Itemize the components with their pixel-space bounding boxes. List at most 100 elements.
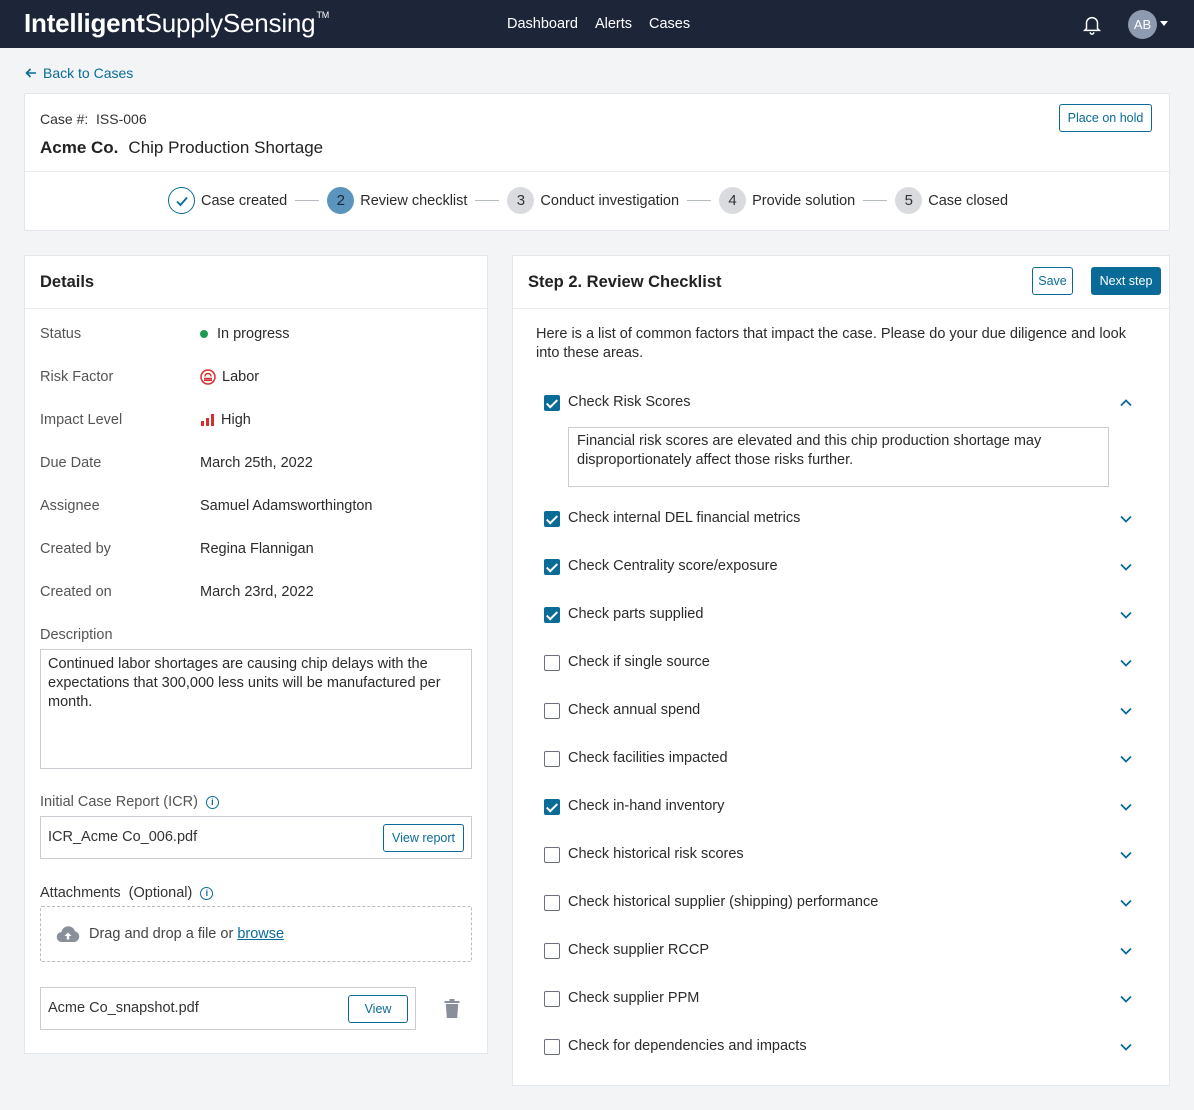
checkbox-checked[interactable] [544, 395, 560, 411]
signal-high-icon [201, 414, 214, 426]
trash-icon[interactable] [444, 999, 460, 1018]
chevron-down-icon[interactable] [1119, 752, 1133, 766]
attachment-file-name: Acme Co_snapshot.pdf [48, 1000, 199, 1016]
detail-value: Labor [200, 369, 259, 385]
step-label: Provide solution [752, 192, 856, 209]
detail-label: Created by [40, 541, 111, 557]
detail-value: High [200, 412, 251, 428]
checklist-item[interactable]: Check historical supplier (shipping) per… [544, 893, 1144, 913]
view-attachment-button[interactable]: View [348, 995, 408, 1023]
checklist-item-label: Check supplier RCCP [568, 942, 710, 958]
nav-alerts[interactable]: Alerts [595, 16, 632, 32]
next-step-button[interactable]: Next step [1091, 267, 1161, 295]
checklist-heading: Step 2. Review Checklist [528, 273, 722, 291]
avatar[interactable]: AB [1128, 10, 1157, 39]
step-number: 3 [507, 187, 535, 214]
impact-level-value: High [221, 412, 251, 428]
app-logo[interactable]: IntelligentSupplySensingTM [24, 8, 329, 39]
checkbox-checked[interactable] [544, 607, 560, 623]
chevron-down-icon[interactable] [1119, 896, 1133, 910]
case-title: Acme Co. Chip Production Shortage [40, 138, 324, 157]
bell-icon[interactable] [1081, 13, 1103, 35]
nav-cases[interactable]: Cases [649, 16, 690, 32]
divider [25, 171, 1169, 172]
chevron-down-icon[interactable] [1119, 656, 1133, 670]
file-dropzone[interactable]: Drag and drop a file or browse [40, 906, 472, 962]
save-button[interactable]: Save [1032, 267, 1073, 295]
step-number: 2 [327, 187, 355, 214]
back-link-label: Back to Cases [43, 65, 134, 81]
chevron-down-icon[interactable] [1119, 512, 1133, 526]
nav-dashboard[interactable]: Dashboard [507, 16, 578, 32]
chevron-down-icon[interactable] [1119, 560, 1133, 574]
checkbox-unchecked[interactable] [544, 751, 560, 767]
risk-factor-value: Labor [222, 369, 260, 385]
chevron-down-icon[interactable] [1119, 608, 1133, 622]
checkbox-unchecked[interactable] [544, 895, 560, 911]
status-dot-icon [200, 330, 208, 338]
attachment-file-field: Acme Co_snapshot.pdf View [40, 987, 416, 1030]
chevron-down-icon[interactable] [1119, 800, 1133, 814]
details-heading: Details [40, 273, 95, 291]
step-connector [295, 200, 320, 201]
risk-scores-note[interactable]: Financial risk scores are elevated and t… [568, 427, 1109, 487]
checkbox-checked[interactable] [544, 559, 560, 575]
checklist-item[interactable]: Check supplier PPM [544, 989, 1144, 1009]
attachments-label-text: Attachments (Optional) [40, 885, 193, 901]
main-nav: Dashboard Alerts Cases [507, 16, 690, 32]
checklist-item[interactable]: Check supplier RCCP [544, 941, 1144, 961]
checkbox-unchecked[interactable] [544, 703, 560, 719]
checkbox-unchecked[interactable] [544, 655, 560, 671]
checklist-item[interactable]: Check for dependencies and impacts [544, 1037, 1144, 1057]
checklist-item[interactable]: Check parts supplied [544, 605, 1144, 625]
checklist-item-label: Check in-hand inventory [568, 798, 725, 814]
back-to-cases-link[interactable]: Back to Cases [25, 65, 133, 81]
checklist-item-label: Check supplier PPM [568, 990, 700, 1006]
status-value: In progress [217, 326, 290, 342]
icr-file-field: ICR_Acme Co_006.pdf View report [40, 816, 472, 859]
step-review-checklist: 2 Review checklist [327, 187, 467, 214]
view-report-button[interactable]: View report [383, 824, 464, 852]
chevron-down-icon[interactable] [1119, 944, 1133, 958]
checklist-item[interactable]: Check Risk Scores [544, 393, 1144, 413]
browse-link[interactable]: browse [237, 926, 284, 942]
checklist-item[interactable]: Check if single source [544, 653, 1144, 673]
checklist-item[interactable]: Check historical risk scores [544, 845, 1144, 865]
chevron-down-icon[interactable] [1119, 992, 1133, 1006]
checkbox-unchecked[interactable] [544, 1039, 560, 1055]
place-on-hold-button[interactable]: Place on hold [1059, 104, 1152, 132]
chevron-up-icon[interactable] [1119, 396, 1133, 410]
icr-label: Initial Case Report (ICR) i [40, 794, 219, 810]
step-connector [475, 200, 500, 201]
chevron-down-icon[interactable] [1119, 1040, 1133, 1054]
description-label: Description [40, 627, 113, 643]
chevron-down-icon[interactable] [1119, 704, 1133, 718]
info-icon[interactable]: i [200, 886, 214, 900]
step-number: 4 [719, 187, 747, 214]
description-textarea[interactable]: Continued labor shortages are causing ch… [40, 649, 472, 769]
checklist-item[interactable]: Check Centrality score/exposure [544, 557, 1144, 577]
checklist-item-label: Check if single source [568, 654, 710, 670]
detail-label: Created on [40, 584, 112, 600]
check-icon [168, 187, 195, 214]
step-label: Case created [201, 192, 288, 209]
checkbox-unchecked[interactable] [544, 991, 560, 1007]
checklist-item[interactable]: Check facilities impacted [544, 749, 1144, 769]
checkbox-checked[interactable] [544, 511, 560, 527]
detail-label: Due Date [40, 455, 102, 471]
checklist-item[interactable]: Check annual spend [544, 701, 1144, 721]
checklist-item-label: Check facilities impacted [568, 750, 728, 766]
chevron-down-icon[interactable] [1119, 848, 1133, 862]
checkbox-unchecked[interactable] [544, 943, 560, 959]
checklist-item[interactable]: Check internal DEL financial metrics [544, 509, 1144, 529]
icr-label-text: Initial Case Report (ICR) [40, 794, 198, 810]
checklist-item[interactable]: Check in-hand inventory [544, 797, 1144, 817]
step-case-closed: 5 Case closed [895, 187, 1008, 214]
checklist-item-label: Check internal DEL financial metrics [568, 510, 801, 526]
checkbox-unchecked[interactable] [544, 847, 560, 863]
info-icon[interactable]: i [205, 795, 219, 809]
caret-down-icon[interactable] [1160, 21, 1168, 26]
step-number: 5 [895, 187, 923, 214]
checkbox-checked[interactable] [544, 799, 560, 815]
detail-label: Risk Factor [40, 369, 114, 385]
